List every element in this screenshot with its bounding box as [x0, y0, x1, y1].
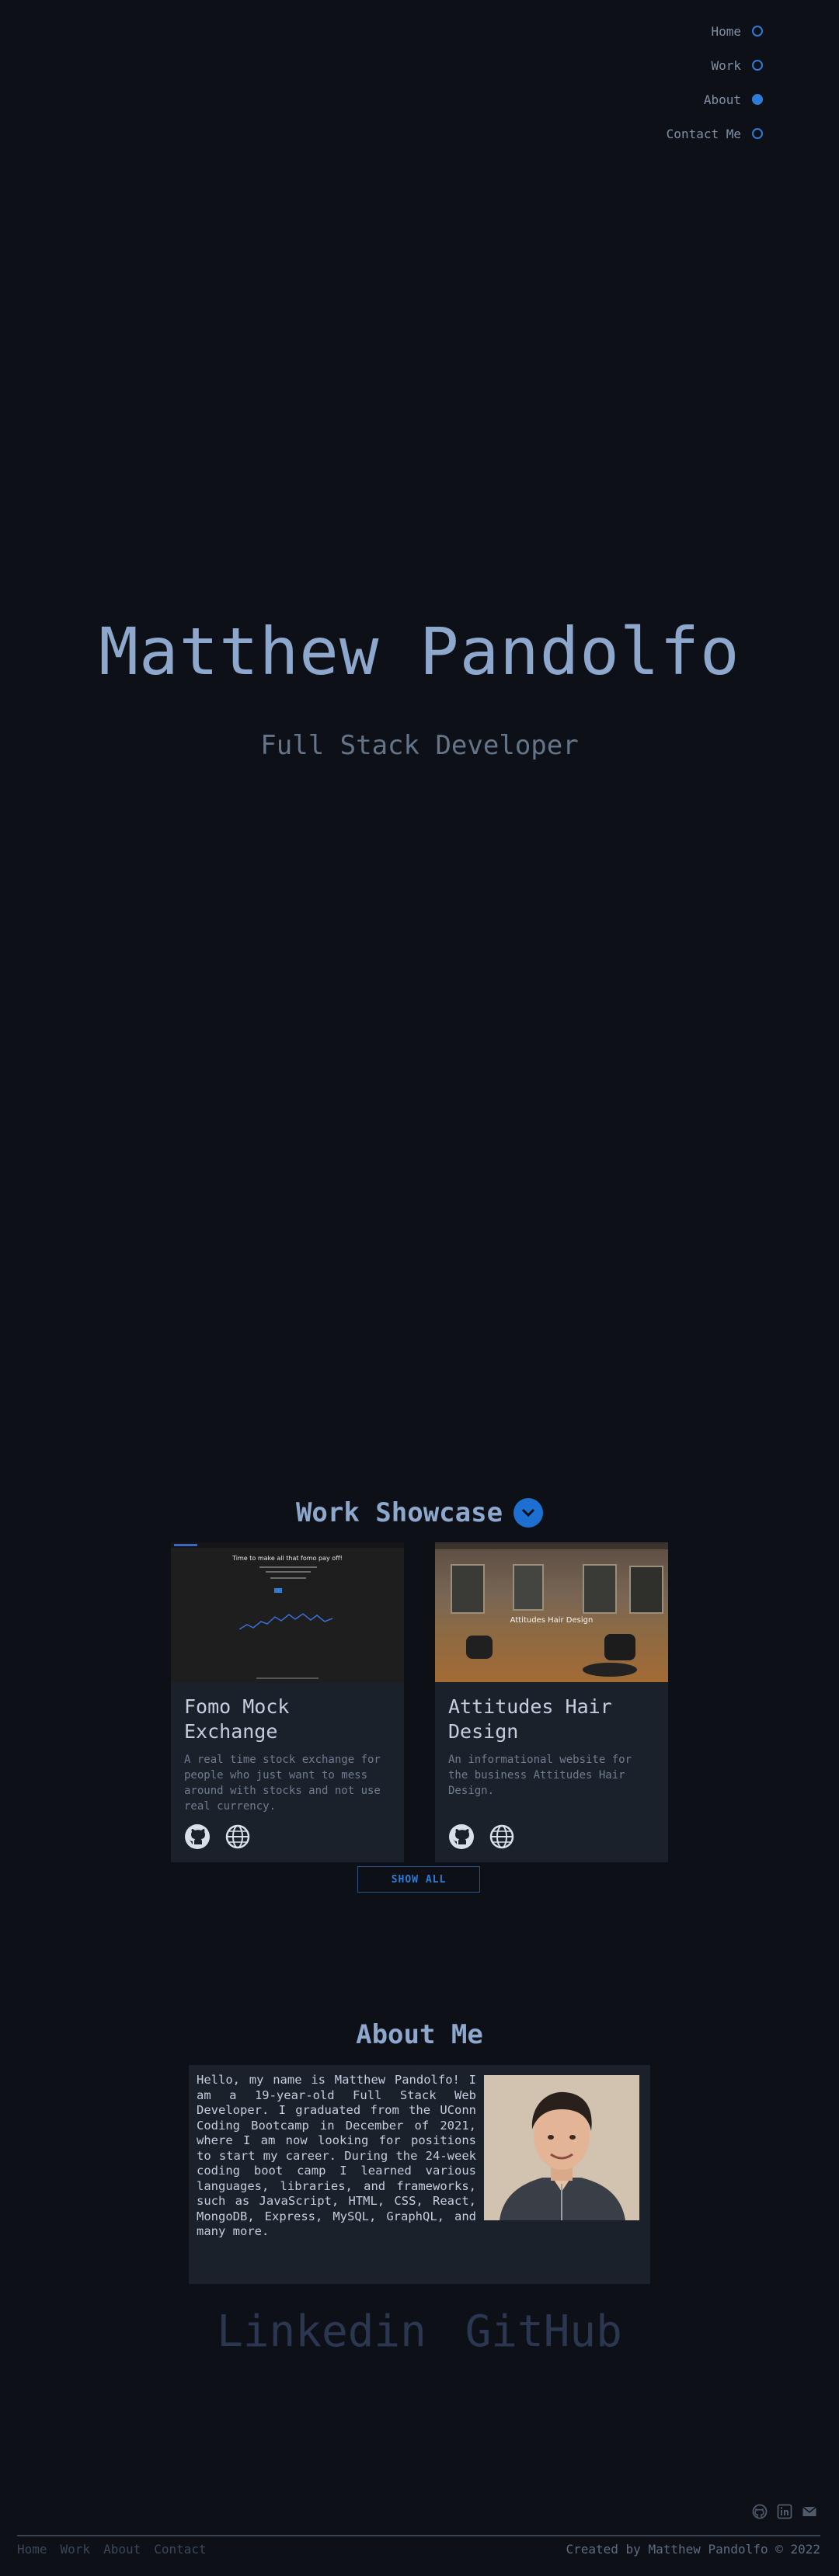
- nav-item-contact[interactable]: Contact Me: [667, 116, 763, 151]
- nav-dot-icon: [752, 26, 763, 37]
- project-title: Attitudes Hair Design: [448, 1695, 612, 1743]
- thumb-mirror: [513, 1564, 544, 1611]
- github-icon[interactable]: [184, 1823, 211, 1850]
- thumb-mirror: [583, 1564, 617, 1614]
- thumb-mirror: [451, 1564, 485, 1614]
- work-header: Work Showcase: [0, 1497, 839, 1528]
- mail-icon[interactable]: [802, 2504, 817, 2519]
- thumb-line: [259, 1566, 317, 1568]
- nav-dot-icon: [752, 60, 763, 71]
- project-card: Attitudes Hair Design Attitudes Hair Des…: [435, 1542, 668, 1862]
- thumb-chair-base: [583, 1663, 637, 1677]
- profile-photo: [484, 2075, 639, 2220]
- thumb-topbar: [435, 1542, 668, 1549]
- hero-subtitle: Full Stack Developer: [260, 730, 579, 761]
- footer-link-work[interactable]: Work: [61, 2542, 91, 2557]
- footer-divider: [17, 2535, 820, 2536]
- thumb-caption: Attitudes Hair Design: [510, 1616, 594, 1625]
- footer-credit: Created by Matthew Pandolfo © 2022: [566, 2542, 820, 2557]
- about-card: Hello, my name is Matthew Pandolfo! I am…: [189, 2065, 650, 2284]
- thumb-caption: Time to make all that fomo pay off!: [232, 1555, 343, 1562]
- footer-icons: [743, 2504, 817, 2519]
- nav-dot-icon: [752, 128, 763, 139]
- thumb-button: [274, 1588, 282, 1593]
- nav-dot-active-icon: [752, 94, 763, 105]
- project-links: [448, 1823, 529, 1850]
- linkedin-link[interactable]: Linkedin: [217, 2307, 426, 2357]
- footer-link-about[interactable]: About: [103, 2542, 141, 2557]
- thumb-chair: [604, 1634, 635, 1660]
- chevron-down-icon[interactable]: [513, 1498, 544, 1528]
- globe-icon[interactable]: [489, 1823, 515, 1850]
- thumb-chair: [466, 1636, 493, 1659]
- project-title: Fomo Mock Exchange: [184, 1695, 290, 1743]
- thumb-logo: [174, 1544, 197, 1546]
- project-description: An informational website for the busines…: [448, 1754, 632, 1797]
- github-icon[interactable]: [752, 2504, 768, 2519]
- thumb-topbar: [171, 1542, 404, 1548]
- thumb-mirror: [629, 1566, 663, 1614]
- show-all-button[interactable]: SHOW ALL: [357, 1866, 480, 1893]
- linkedin-icon[interactable]: [777, 2504, 792, 2519]
- thumb-line-chart: [239, 1613, 332, 1630]
- project-thumbnail[interactable]: Attitudes Hair Design: [435, 1542, 668, 1682]
- nav-label: Work: [711, 57, 741, 73]
- nav-item-home[interactable]: Home: [667, 14, 763, 48]
- nav-label: Home: [711, 23, 741, 39]
- nav-item-work[interactable]: Work: [667, 48, 763, 82]
- thumb-line: [266, 1571, 311, 1573]
- globe-icon[interactable]: [225, 1823, 251, 1850]
- project-card: Time to make all that fomo pay off! Fomo…: [171, 1542, 404, 1862]
- hero-name: Matthew Pandolfo: [99, 614, 740, 690]
- project-links: [184, 1823, 265, 1850]
- thumb-footer-line: [256, 1677, 319, 1679]
- footer-link-home[interactable]: Home: [17, 2542, 47, 2557]
- footer-nav: Home Work About Contact: [17, 2542, 220, 2557]
- side-nav: Home Work About Contact Me: [667, 14, 763, 151]
- nav-label: About: [703, 92, 741, 107]
- social-links: Linkedin GitHub: [0, 2307, 839, 2357]
- work-title: Work Showcase: [295, 1497, 503, 1528]
- nav-item-about[interactable]: About: [667, 82, 763, 116]
- project-description: A real time stock exchange for people wh…: [184, 1754, 381, 1813]
- project-thumbnail[interactable]: Time to make all that fomo pay off!: [171, 1542, 404, 1682]
- footer-link-contact[interactable]: Contact: [154, 2542, 206, 2557]
- github-icon[interactable]: [448, 1823, 475, 1850]
- about-title: About Me: [356, 2019, 483, 2050]
- thumb-line: [270, 1577, 306, 1579]
- nav-label: Contact Me: [666, 126, 741, 141]
- github-link[interactable]: GitHub: [465, 2307, 622, 2357]
